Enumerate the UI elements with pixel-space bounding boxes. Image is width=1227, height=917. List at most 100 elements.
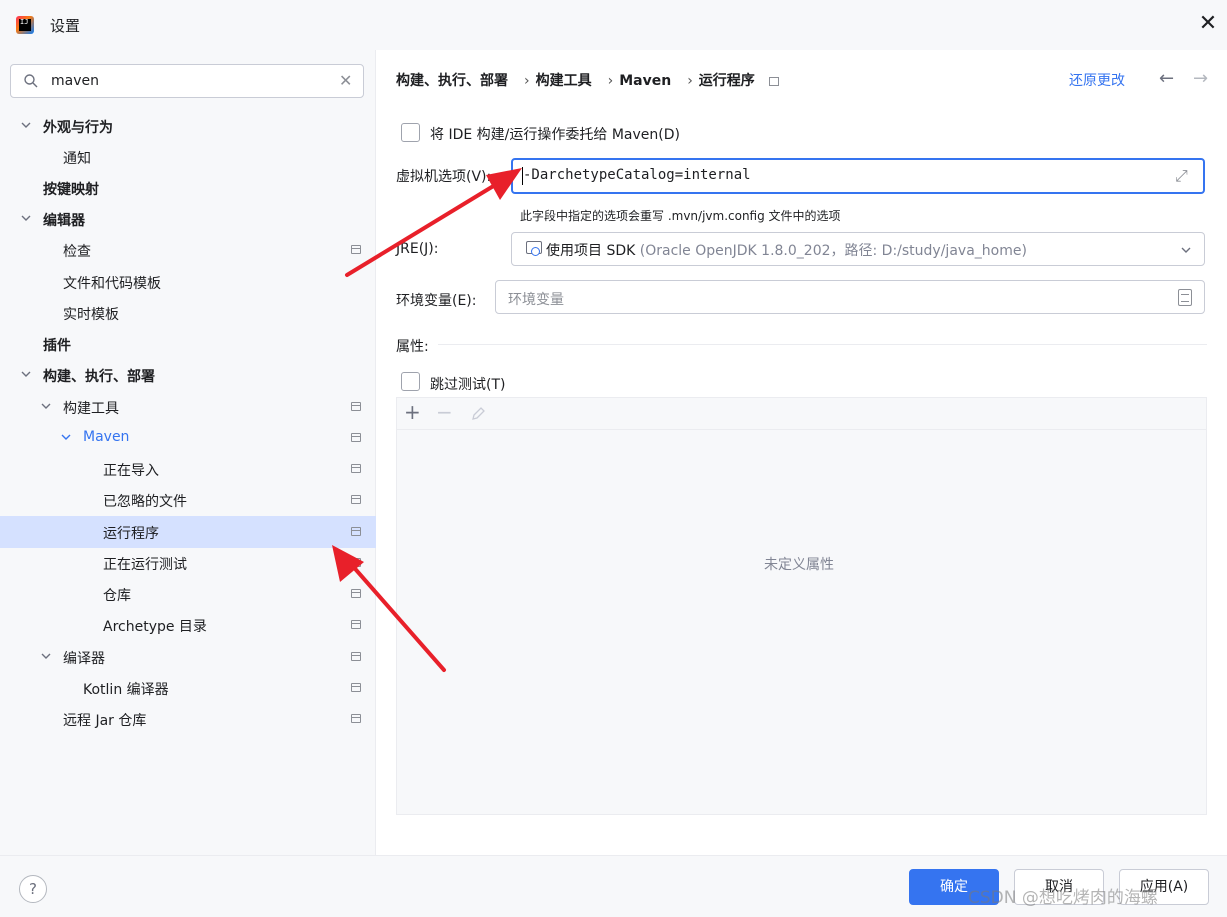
tree-item-label: 文件和代码模板 <box>63 276 161 292</box>
skip-tests-label: 跳过测试(T) <box>430 377 506 393</box>
tree-item-editor[interactable]: 编辑器 <box>0 203 376 235</box>
settings-sidebar: ✕ 外观与行为 通知 按键映射 编辑器 检查 <box>0 50 376 855</box>
project-scope-icon <box>351 245 361 254</box>
tree-item-repositories[interactable]: 仓库 <box>0 578 376 610</box>
chevron-right-icon: › <box>607 73 614 89</box>
search-field[interactable]: ✕ <box>10 64 364 98</box>
tree-item-label: 插件 <box>43 338 71 354</box>
window-title: 设置 <box>50 17 81 35</box>
skip-tests-checkbox[interactable] <box>401 372 420 391</box>
edit-icon[interactable] <box>470 406 486 422</box>
project-scope-icon <box>351 495 361 504</box>
tree-item-label: 通知 <box>63 151 91 167</box>
tree-item-running-tests[interactable]: 正在运行测试 <box>0 547 376 579</box>
project-scope-icon <box>351 558 361 567</box>
settings-content: 构建、执行、部署 › 构建工具 › Maven › 运行程序 还原更改 ← → 将 IDE … <box>377 50 1227 855</box>
forward-arrow-icon[interactable]: → <box>1193 68 1208 89</box>
tree-item-ignored-files[interactable]: 已忽略的文件 <box>0 484 376 516</box>
project-scope-icon <box>351 620 361 629</box>
search-input[interactable] <box>51 71 331 91</box>
project-scope-icon <box>768 76 779 86</box>
tree-item-label: 已忽略的文件 <box>103 494 187 510</box>
tree-item-label: 正在运行测试 <box>103 557 187 573</box>
tree-item-label: 仓库 <box>103 588 131 604</box>
tree-item-maven[interactable]: Maven <box>0 422 376 454</box>
chevron-down-icon[interactable] <box>40 400 52 412</box>
project-scope-icon <box>351 683 361 692</box>
breadcrumb: 构建、执行、部署 › 构建工具 › Maven › 运行程序 <box>396 70 785 90</box>
tree-item-label: 运行程序 <box>103 526 159 542</box>
tree-item-label: 正在导入 <box>103 463 159 479</box>
chevron-down-icon[interactable] <box>20 212 32 224</box>
jre-description: (Oracle OpenJDK 1.8.0_202，路径: D:/study/j… <box>639 243 1027 259</box>
tree-item-label: 构建工具 <box>63 401 119 417</box>
tree-item-archetype-catalogs[interactable]: Archetype 目录 <box>0 609 376 641</box>
tree-item-build-tools[interactable]: 构建工具 <box>0 391 376 423</box>
tree-item-remote-jar-repositories[interactable]: 远程 Jar 仓库 <box>0 703 376 735</box>
tree-item-label: Kotlin 编译器 <box>83 682 169 698</box>
revert-changes-link[interactable]: 还原更改 <box>1069 70 1125 90</box>
chevron-down-icon[interactable] <box>20 119 32 131</box>
breadcrumb-item[interactable]: Maven <box>619 73 671 89</box>
tree-item-inspections[interactable]: 检查 <box>0 234 376 266</box>
tree-item-label: Maven <box>83 429 130 445</box>
project-scope-icon <box>351 527 361 536</box>
vm-options-field[interactable]: -DarchetypeCatalog=internal ⤢ <box>511 158 1205 194</box>
title-bar: IJ 设置 ✕ <box>0 0 1227 50</box>
vm-options-input[interactable]: -DarchetypeCatalog=internal <box>523 167 751 183</box>
chevron-right-icon: › <box>687 73 693 89</box>
settings-dialog: IJ 设置 ✕ ✕ 外观与行为 通知 按键映射 <box>0 0 1227 917</box>
env-vars-label: 环境变量(E): <box>396 293 477 309</box>
breadcrumb-item[interactable]: 构建工具 <box>536 73 592 89</box>
tree-item-keymap[interactable]: 按键映射 <box>0 172 376 204</box>
add-icon[interactable]: + <box>404 400 421 424</box>
project-scope-icon <box>351 589 361 598</box>
tree-item-live-templates[interactable]: 实时模板 <box>0 297 376 329</box>
properties-toolbar: + − <box>397 398 1206 430</box>
breadcrumb-item[interactable]: 构建、执行、部署 <box>396 73 508 89</box>
tree-item-label: 编辑器 <box>43 213 85 229</box>
search-icon <box>24 74 38 88</box>
clear-search-icon[interactable]: ✕ <box>339 71 352 90</box>
tree-item-kotlin-compiler[interactable]: Kotlin 编译器 <box>0 672 376 704</box>
expand-icon[interactable]: ⤢ <box>1175 166 1188 186</box>
tree-item-runner[interactable]: 运行程序 <box>0 516 376 548</box>
delegate-to-maven-label: 将 IDE 构建/运行操作委托给 Maven(D) <box>430 127 680 143</box>
close-icon[interactable]: ✕ <box>1196 12 1220 36</box>
chevron-right-icon: › <box>524 73 530 89</box>
env-vars-field[interactable]: 环境变量 <box>495 280 1205 314</box>
jre-selected-value: 使用项目 SDK (Oracle OpenJDK 1.8.0_202，路径: D… <box>546 240 1027 260</box>
project-scope-icon <box>351 652 361 661</box>
properties-label: 属性: <box>396 339 429 355</box>
tree-item-label: 编译器 <box>63 651 105 667</box>
jre-value: 使用项目 SDK <box>546 243 636 259</box>
tree-item-file-templates[interactable]: 文件和代码模板 <box>0 266 376 298</box>
remove-icon[interactable]: − <box>436 400 453 424</box>
tree-item-build-execution-deployment[interactable]: 构建、执行、部署 <box>0 359 376 391</box>
tree-item-label: 外观与行为 <box>43 120 113 136</box>
intellij-logo-icon: IJ <box>16 16 34 34</box>
empty-properties-text: 未定义属性 <box>764 557 834 573</box>
tree-item-label: 构建、执行、部署 <box>43 369 155 385</box>
chevron-down-icon[interactable] <box>20 368 32 380</box>
tree-item-importing[interactable]: 正在导入 <box>0 453 376 485</box>
document-icon[interactable] <box>1178 289 1192 306</box>
properties-table: + − 未定义属性 <box>396 397 1207 815</box>
tree-item-notifications[interactable]: 通知 <box>0 141 376 173</box>
tree-item-label: 检查 <box>63 244 91 260</box>
help-button[interactable]: ? <box>19 875 47 903</box>
tree-item-label: 远程 Jar 仓库 <box>63 713 147 729</box>
jre-dropdown[interactable]: 使用项目 SDK (Oracle OpenJDK 1.8.0_202，路径: D… <box>511 232 1205 266</box>
chevron-down-icon[interactable] <box>40 650 52 662</box>
chevron-down-icon[interactable] <box>60 431 72 443</box>
project-scope-icon <box>351 402 361 411</box>
env-vars-placeholder: 环境变量 <box>508 292 564 308</box>
project-scope-icon <box>351 714 361 723</box>
back-arrow-icon[interactable]: ← <box>1159 68 1174 89</box>
tree-item-label: 按键映射 <box>43 182 99 198</box>
tree-item-appearance[interactable]: 外观与行为 <box>0 110 376 142</box>
breadcrumb-item: 运行程序 <box>698 73 755 89</box>
tree-item-plugins[interactable]: 插件 <box>0 328 376 360</box>
delegate-to-maven-checkbox[interactable] <box>401 123 420 142</box>
tree-item-compiler[interactable]: 编译器 <box>0 641 376 673</box>
